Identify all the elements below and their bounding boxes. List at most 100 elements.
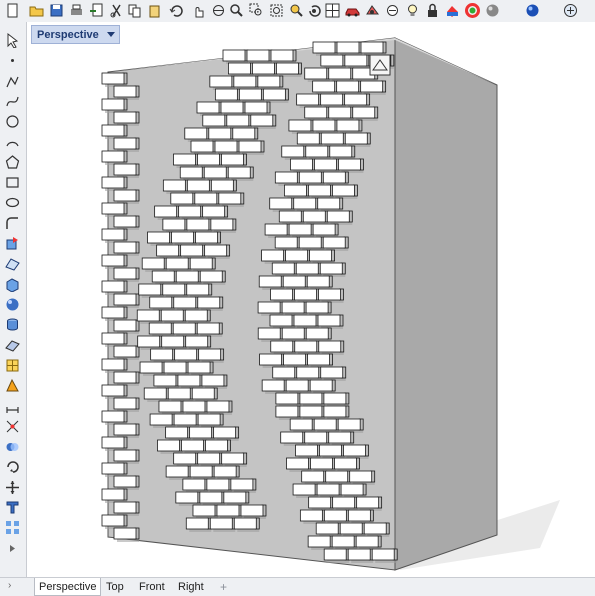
brick (197, 413, 221, 426)
brick (113, 423, 137, 436)
arc-icon[interactable] (4, 134, 21, 151)
analyze-icon[interactable] (4, 377, 21, 394)
car-icon[interactable] (344, 2, 361, 19)
transform-icon[interactable] (4, 235, 21, 252)
sphere-icon[interactable] (4, 296, 21, 313)
brick (194, 192, 218, 205)
perspective-viewport[interactable]: Perspective (27, 22, 595, 577)
polyline-icon[interactable] (4, 73, 21, 90)
zoom-window-icon[interactable] (248, 2, 265, 19)
brick (101, 514, 125, 527)
brick (299, 509, 323, 522)
more-icon[interactable] (562, 2, 579, 19)
brick (332, 496, 356, 509)
snap-icon[interactable] (4, 418, 21, 435)
brick (113, 111, 137, 124)
rotate-icon[interactable] (4, 458, 21, 475)
brick (312, 41, 336, 54)
brick (101, 124, 125, 137)
brick (322, 236, 346, 249)
brick (162, 283, 186, 296)
material-icon[interactable] (444, 2, 461, 19)
polygon-icon[interactable] (4, 154, 21, 171)
tabs-scroll-arrow-icon[interactable]: › (8, 580, 11, 591)
text-icon[interactable] (4, 499, 21, 516)
brick (204, 244, 228, 257)
render-sphere-icon[interactable] (524, 2, 541, 19)
undo-icon[interactable] (168, 2, 185, 19)
brick (336, 119, 360, 132)
plane-icon[interactable] (4, 337, 21, 354)
undo-view-icon[interactable] (306, 2, 323, 19)
more-arrow-icon[interactable] (4, 540, 21, 557)
copy-icon[interactable] (126, 2, 143, 19)
open-folder-icon[interactable] (28, 2, 45, 19)
surface-icon[interactable] (4, 255, 21, 272)
print-icon[interactable] (68, 2, 85, 19)
paste-icon[interactable] (146, 2, 163, 19)
fillet-icon[interactable] (4, 215, 21, 232)
brick (228, 62, 251, 75)
boolean-icon[interactable] (4, 438, 21, 455)
zoom-extents-icon[interactable] (268, 2, 285, 19)
brick (336, 80, 360, 93)
brick (289, 418, 313, 431)
brick (318, 288, 341, 301)
shaded-sphere-icon[interactable] (484, 2, 501, 19)
dimension-icon[interactable] (4, 397, 21, 414)
brick (262, 88, 286, 101)
brick (261, 249, 284, 262)
hide-icon[interactable] (384, 2, 401, 19)
brick (175, 491, 199, 504)
cube-marker-icon (369, 54, 391, 76)
zoom-icon[interactable] (228, 2, 245, 19)
import-icon[interactable] (88, 2, 105, 19)
viewport-menu-chevron-icon[interactable] (106, 32, 115, 37)
color-wheel-icon[interactable] (464, 2, 481, 19)
new-file-icon[interactable] (4, 2, 21, 19)
tab-top[interactable]: Top (102, 578, 128, 595)
save-icon[interactable] (48, 2, 65, 19)
brick (298, 171, 322, 184)
ellipse-icon[interactable] (4, 194, 21, 211)
tab-right[interactable]: Right (174, 578, 208, 595)
rotate-view-icon[interactable] (210, 2, 227, 19)
brick (170, 192, 194, 205)
brick (304, 106, 328, 119)
pan-hand-icon[interactable] (190, 2, 207, 19)
brick (344, 132, 368, 145)
curve-icon[interactable] (4, 93, 21, 110)
cut-icon[interactable] (108, 2, 125, 19)
model-scene[interactable] (27, 22, 595, 577)
brick (298, 236, 322, 249)
array-icon[interactable] (4, 519, 21, 536)
render-icon[interactable] (364, 2, 381, 19)
extrude-icon[interactable] (4, 316, 21, 333)
mesh-icon[interactable] (4, 357, 21, 374)
brick (349, 470, 373, 483)
tab-front[interactable]: Front (135, 578, 169, 595)
lock-icon[interactable] (424, 2, 441, 19)
circle-icon[interactable] (4, 113, 21, 130)
rectangle-icon[interactable] (4, 174, 21, 191)
four-viewports-icon[interactable] (324, 2, 341, 19)
brick (173, 296, 197, 309)
brick (191, 387, 215, 400)
viewport-title-tab[interactable]: Perspective (31, 25, 120, 44)
add-tab-button[interactable]: + (216, 578, 231, 595)
lightbulb-icon[interactable] (404, 2, 421, 19)
brick (274, 171, 298, 184)
brick (113, 527, 137, 540)
brick (222, 49, 246, 62)
move-icon[interactable] (4, 479, 21, 496)
brick (190, 140, 214, 153)
brick (196, 101, 220, 114)
point-icon[interactable] (4, 52, 21, 69)
tab-perspective[interactable]: Perspective (34, 578, 102, 596)
box-icon[interactable] (4, 276, 21, 293)
zoom-selected-icon[interactable] (288, 2, 305, 19)
block-right-face (394, 37, 498, 571)
brick (347, 509, 371, 522)
select-arrow-icon[interactable] (4, 32, 21, 49)
brick (344, 93, 368, 106)
